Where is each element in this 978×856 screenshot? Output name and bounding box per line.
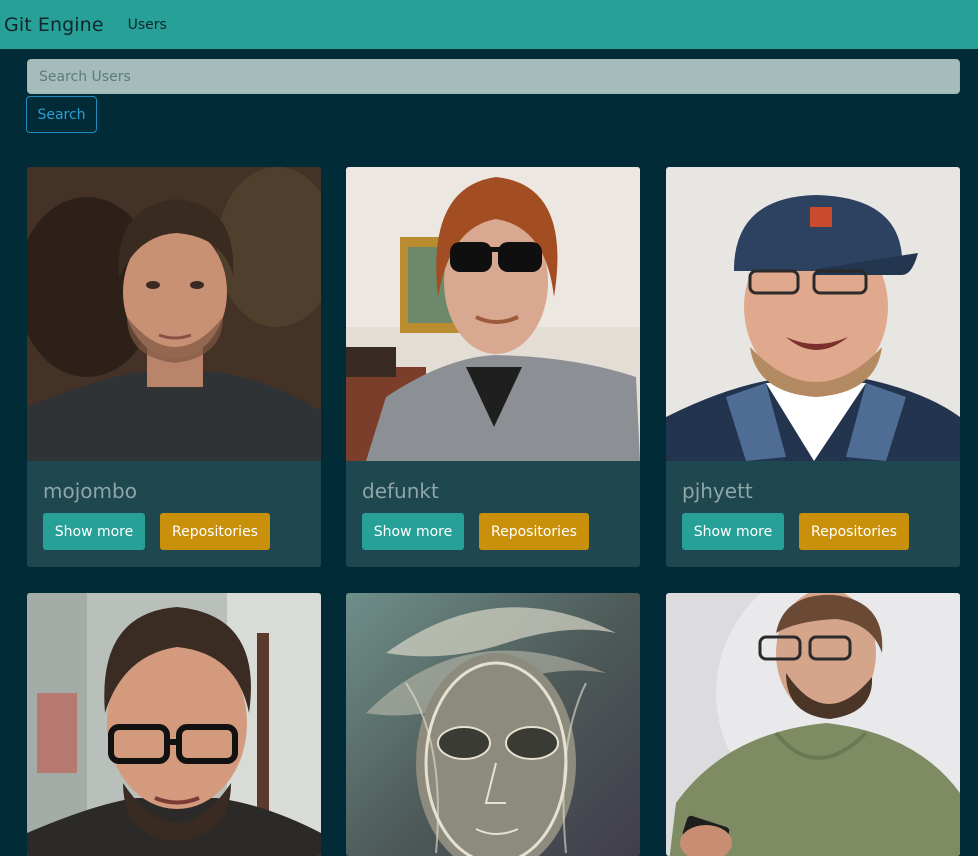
repositories-button[interactable]: Repositories — [479, 513, 589, 550]
avatar[interactable] — [346, 167, 640, 461]
username: mojombo — [43, 479, 137, 503]
navbar: Git Engine Users — [0, 0, 978, 49]
nav-link-users[interactable]: Users — [128, 17, 167, 33]
user-card — [27, 593, 321, 856]
user-card — [666, 593, 960, 856]
avatar[interactable] — [666, 167, 960, 461]
avatar[interactable] — [27, 593, 321, 856]
user-card — [346, 593, 640, 856]
user-card: defunkt Show more Repositories — [346, 167, 640, 567]
show-more-button[interactable]: Show more — [682, 513, 784, 550]
user-card: mojombo Show more Repositories — [27, 167, 321, 567]
avatar[interactable] — [666, 593, 960, 856]
card-body: pjhyett Show more Repositories — [666, 461, 960, 567]
avatar[interactable] — [346, 593, 640, 856]
search-input[interactable] — [27, 59, 960, 94]
show-more-button[interactable]: Show more — [362, 513, 464, 550]
user-card: pjhyett Show more Repositories — [666, 167, 960, 567]
avatar[interactable] — [27, 167, 321, 461]
brand-logo[interactable]: Git Engine — [4, 14, 104, 36]
search-button[interactable]: Search — [26, 96, 97, 133]
repositories-button[interactable]: Repositories — [160, 513, 270, 550]
username: pjhyett — [682, 479, 753, 503]
show-more-button[interactable]: Show more — [43, 513, 145, 550]
username: defunkt — [362, 479, 439, 503]
card-body: mojombo Show more Repositories — [27, 461, 321, 567]
repositories-button[interactable]: Repositories — [799, 513, 909, 550]
card-body: defunkt Show more Repositories — [346, 461, 640, 567]
